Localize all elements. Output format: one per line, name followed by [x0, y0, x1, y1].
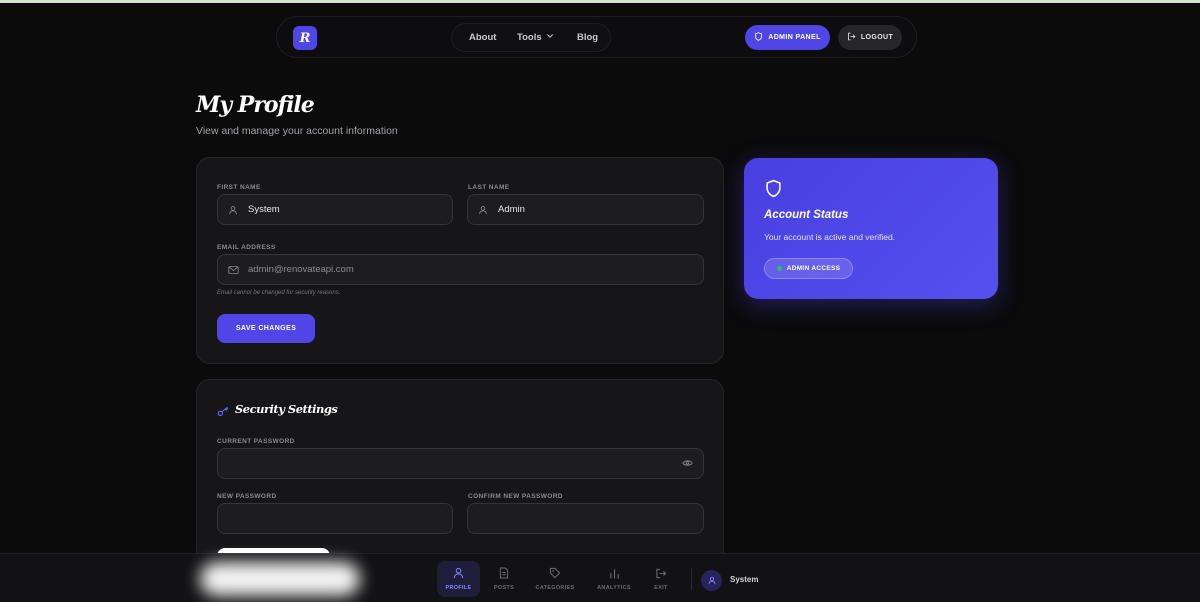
page-title: My Profile — [196, 92, 315, 118]
tag-icon — [549, 567, 561, 581]
dock-item-profile[interactable]: PROFILE — [437, 561, 480, 597]
dock-label-profile: PROFILE — [445, 585, 472, 591]
confirm-password-label: CONFIRM NEW PASSWORD — [468, 493, 563, 500]
first-name-value: System — [248, 204, 280, 215]
email-label: EMAIL ADDRESS — [217, 244, 276, 251]
logo[interactable]: R — [293, 26, 317, 50]
nav-link-tools-label: Tools — [517, 32, 542, 43]
bar-chart-icon — [609, 568, 620, 581]
blurred-overlay — [200, 562, 360, 596]
mail-icon — [228, 265, 239, 275]
first-name-label: FIRST NAME — [217, 184, 261, 191]
email-field: admin@renovateapi.com — [217, 254, 704, 285]
admin-access-badge: ADMIN ACCESS — [764, 258, 853, 279]
key-icon — [217, 404, 230, 422]
browser-top-line — [0, 0, 1200, 3]
dock-label-categories: CATEGORIES — [535, 585, 575, 591]
avatar[interactable] — [701, 570, 722, 591]
security-settings-title: Security Settings — [235, 402, 338, 416]
logout-icon — [847, 32, 856, 43]
chevron-down-icon — [546, 32, 554, 42]
logo-letter: R — [299, 30, 311, 46]
bottom-dock: PROFILE POSTS CATEGORIES ANALYTICS EXIT … — [0, 553, 1200, 602]
logout-label: LOGOUT — [860, 34, 894, 41]
shield-icon — [754, 32, 763, 43]
dock-user-name: System — [730, 575, 759, 584]
last-name-label: LAST NAME — [468, 184, 510, 191]
email-note: Email cannot be changed for security rea… — [217, 290, 341, 296]
dock-label-posts: POSTS — [493, 585, 515, 591]
account-status-title: Account Status — [764, 209, 849, 221]
dock-label-exit: EXIT — [654, 584, 668, 591]
new-password-label: NEW PASSWORD — [217, 493, 277, 500]
dock-item-exit[interactable]: EXIT — [650, 561, 672, 597]
admin-panel-label: ADMIN PANEL — [768, 34, 821, 41]
nav-link-blog[interactable]: Blog — [577, 32, 598, 43]
user-icon — [478, 205, 488, 215]
last-name-value: Admin — [498, 204, 525, 215]
security-settings-card: Security Settings CURRENT PASSWORD NEW P… — [196, 379, 724, 569]
user-icon — [708, 572, 716, 590]
email-value: admin@renovateapi.com — [248, 264, 354, 275]
profile-form-card: FIRST NAME System LAST NAME Admin EMAIL … — [196, 157, 724, 364]
status-dot — [776, 266, 782, 271]
confirm-password-field[interactable] — [467, 503, 704, 534]
nav-link-about[interactable]: About — [469, 32, 496, 43]
dock-item-categories[interactable]: CATEGORIES — [533, 561, 577, 597]
first-name-field[interactable]: System — [217, 194, 453, 225]
save-changes-button[interactable]: SAVE CHANGES — [217, 314, 315, 343]
top-navbar: R About Tools Blog ADMIN PANEL LOGOUT — [276, 16, 917, 58]
nav-link-tools[interactable]: Tools — [517, 32, 554, 43]
user-icon — [228, 205, 238, 215]
admin-access-label: ADMIN ACCESS — [786, 265, 841, 272]
dock-item-analytics[interactable]: ANALYTICS — [594, 561, 634, 597]
eye-icon[interactable] — [682, 459, 693, 470]
nav-links: About Tools Blog — [451, 23, 611, 52]
account-status-card: Account Status Your account is active an… — [744, 158, 998, 299]
dock-divider — [691, 568, 692, 590]
exit-icon — [655, 568, 667, 581]
dock-label-analytics: ANALYTICS — [597, 584, 631, 591]
user-icon — [453, 567, 464, 581]
current-password-field[interactable] — [217, 448, 704, 479]
document-icon — [499, 567, 509, 581]
admin-panel-button[interactable]: ADMIN PANEL — [745, 25, 830, 50]
account-status-text: Your account is active and verified. — [764, 232, 896, 242]
new-password-field[interactable] — [217, 503, 453, 534]
logout-button[interactable]: LOGOUT — [838, 25, 902, 50]
last-name-field[interactable]: Admin — [467, 194, 704, 225]
page-subtitle: View and manage your account information — [196, 125, 398, 137]
dock-item-posts[interactable]: POSTS — [489, 561, 519, 597]
shield-icon — [765, 179, 782, 203]
current-password-label: CURRENT PASSWORD — [217, 438, 295, 445]
